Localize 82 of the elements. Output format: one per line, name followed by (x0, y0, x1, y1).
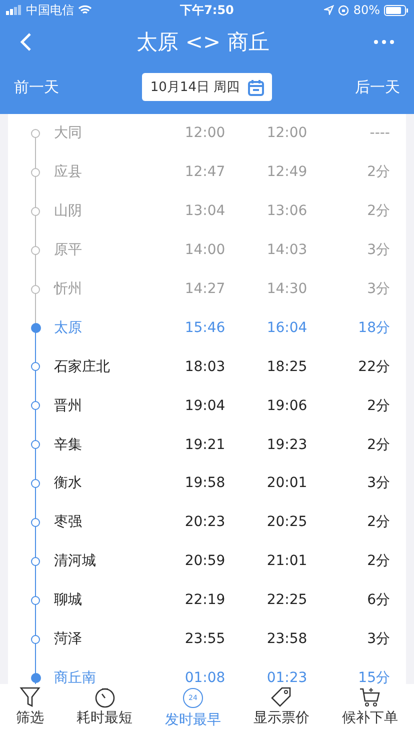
arrival-time: 14:27 (184, 281, 226, 297)
station-name: 菏泽 (54, 630, 83, 648)
status-time: 下午7:50 (180, 2, 234, 18)
departure-time: 18:25 (266, 358, 308, 375)
departure-time: 23:58 (266, 631, 308, 648)
stop-duration: 15分 (357, 668, 390, 684)
departure-time: 12:49 (266, 164, 308, 180)
station-name: 山阴 (54, 202, 83, 220)
departure-time: 12:00 (266, 125, 308, 142)
stop-duration: ---- (368, 125, 390, 142)
wifi-icon (78, 5, 92, 15)
departure-time: 14:30 (266, 281, 308, 297)
station-name: 枣强 (54, 513, 83, 532)
station-name: 清河城 (54, 552, 97, 570)
stop-duration: 22分 (357, 358, 390, 376)
arrival-time: 19:21 (184, 436, 226, 453)
stop-duration: 3分 (366, 241, 390, 260)
departure-time: 20:25 (266, 514, 308, 530)
station-name: 忻州 (54, 280, 83, 298)
station-name: 聊城 (54, 591, 83, 610)
stop-duration: 3分 (366, 280, 390, 298)
arrival-time: 12:47 (184, 164, 226, 180)
date-picker[interactable]: 10月14日 周四 (142, 73, 272, 101)
departure-time: 22:25 (266, 592, 308, 608)
departure-time: 14:03 (266, 242, 308, 258)
arrival-time: 12:00 (184, 125, 226, 142)
price-tag-icon (270, 686, 292, 708)
station-name: 应县 (54, 163, 83, 182)
stop-duration: 2分 (366, 552, 390, 570)
arrival-time: 23:55 (184, 631, 226, 648)
calendar-icon (248, 78, 264, 96)
location-icon (324, 5, 334, 15)
arrival-time: 22:19 (184, 592, 226, 608)
stop-duration: 18分 (357, 318, 390, 337)
sort-tab[interactable]: 耗时最短 (72, 686, 137, 727)
page-title: 太原 <> 商丘 (136, 29, 270, 56)
stop-duration: 2分 (366, 163, 390, 182)
stop-duration: 2分 (366, 436, 390, 454)
sort-tab[interactable]: 候补下单 (338, 686, 402, 727)
back-icon (20, 32, 32, 52)
date-text: 10月14日 周四 (150, 79, 240, 96)
stop-duration: 2分 (366, 396, 390, 415)
more-icon (374, 40, 394, 44)
arrival-time: 14:00 (184, 242, 226, 258)
stop-duration: 2分 (366, 202, 390, 220)
departure-time: 20:01 (266, 475, 308, 492)
arrival-time: 18:03 (184, 358, 226, 375)
signal-icon (6, 5, 22, 15)
station-name: 商丘南 (54, 668, 97, 684)
stop-duration: 3分 (366, 474, 390, 492)
station-name: 晋州 (54, 396, 83, 415)
arrival-time: 20:59 (184, 553, 226, 570)
battery-percent: 80% (353, 3, 380, 17)
stop-duration: 6分 (366, 591, 390, 610)
arrival-time: 15:46 (184, 320, 226, 336)
departure-time: 19:23 (266, 436, 308, 453)
lock-rotation-icon (338, 4, 350, 16)
stop-duration: 3分 (366, 630, 390, 648)
station-name: 大同 (54, 124, 83, 142)
arrival-time: 19:04 (184, 398, 226, 414)
arrival-time: 19:58 (184, 475, 226, 492)
sort-tab[interactable]: 显示票价 (249, 686, 314, 727)
departure-time: 01:23 (266, 670, 308, 684)
cart-icon (358, 686, 381, 708)
station-name: 衡水 (54, 474, 83, 492)
stopwatch-icon (94, 686, 116, 708)
station-name: 辛集 (54, 436, 83, 454)
station-name: 石家庄北 (54, 358, 111, 376)
departure-time: 16:04 (266, 320, 308, 336)
departure-time: 19:06 (266, 398, 308, 414)
carrier-name: 中国电信 (26, 2, 74, 18)
departure-time: 13:06 (266, 203, 308, 220)
departure-time: 21:01 (266, 553, 308, 570)
sort-tab[interactable]: 筛选 (12, 686, 48, 727)
station-name: 原平 (54, 241, 83, 260)
arrival-time: 13:04 (184, 203, 226, 220)
battery-icon (384, 4, 408, 16)
arrival-time: 01:08 (184, 670, 226, 684)
arrival-time: 20:23 (184, 514, 226, 530)
filter-icon (19, 686, 42, 708)
station-name: 太原 (54, 318, 83, 337)
stop-duration: 2分 (366, 513, 390, 532)
